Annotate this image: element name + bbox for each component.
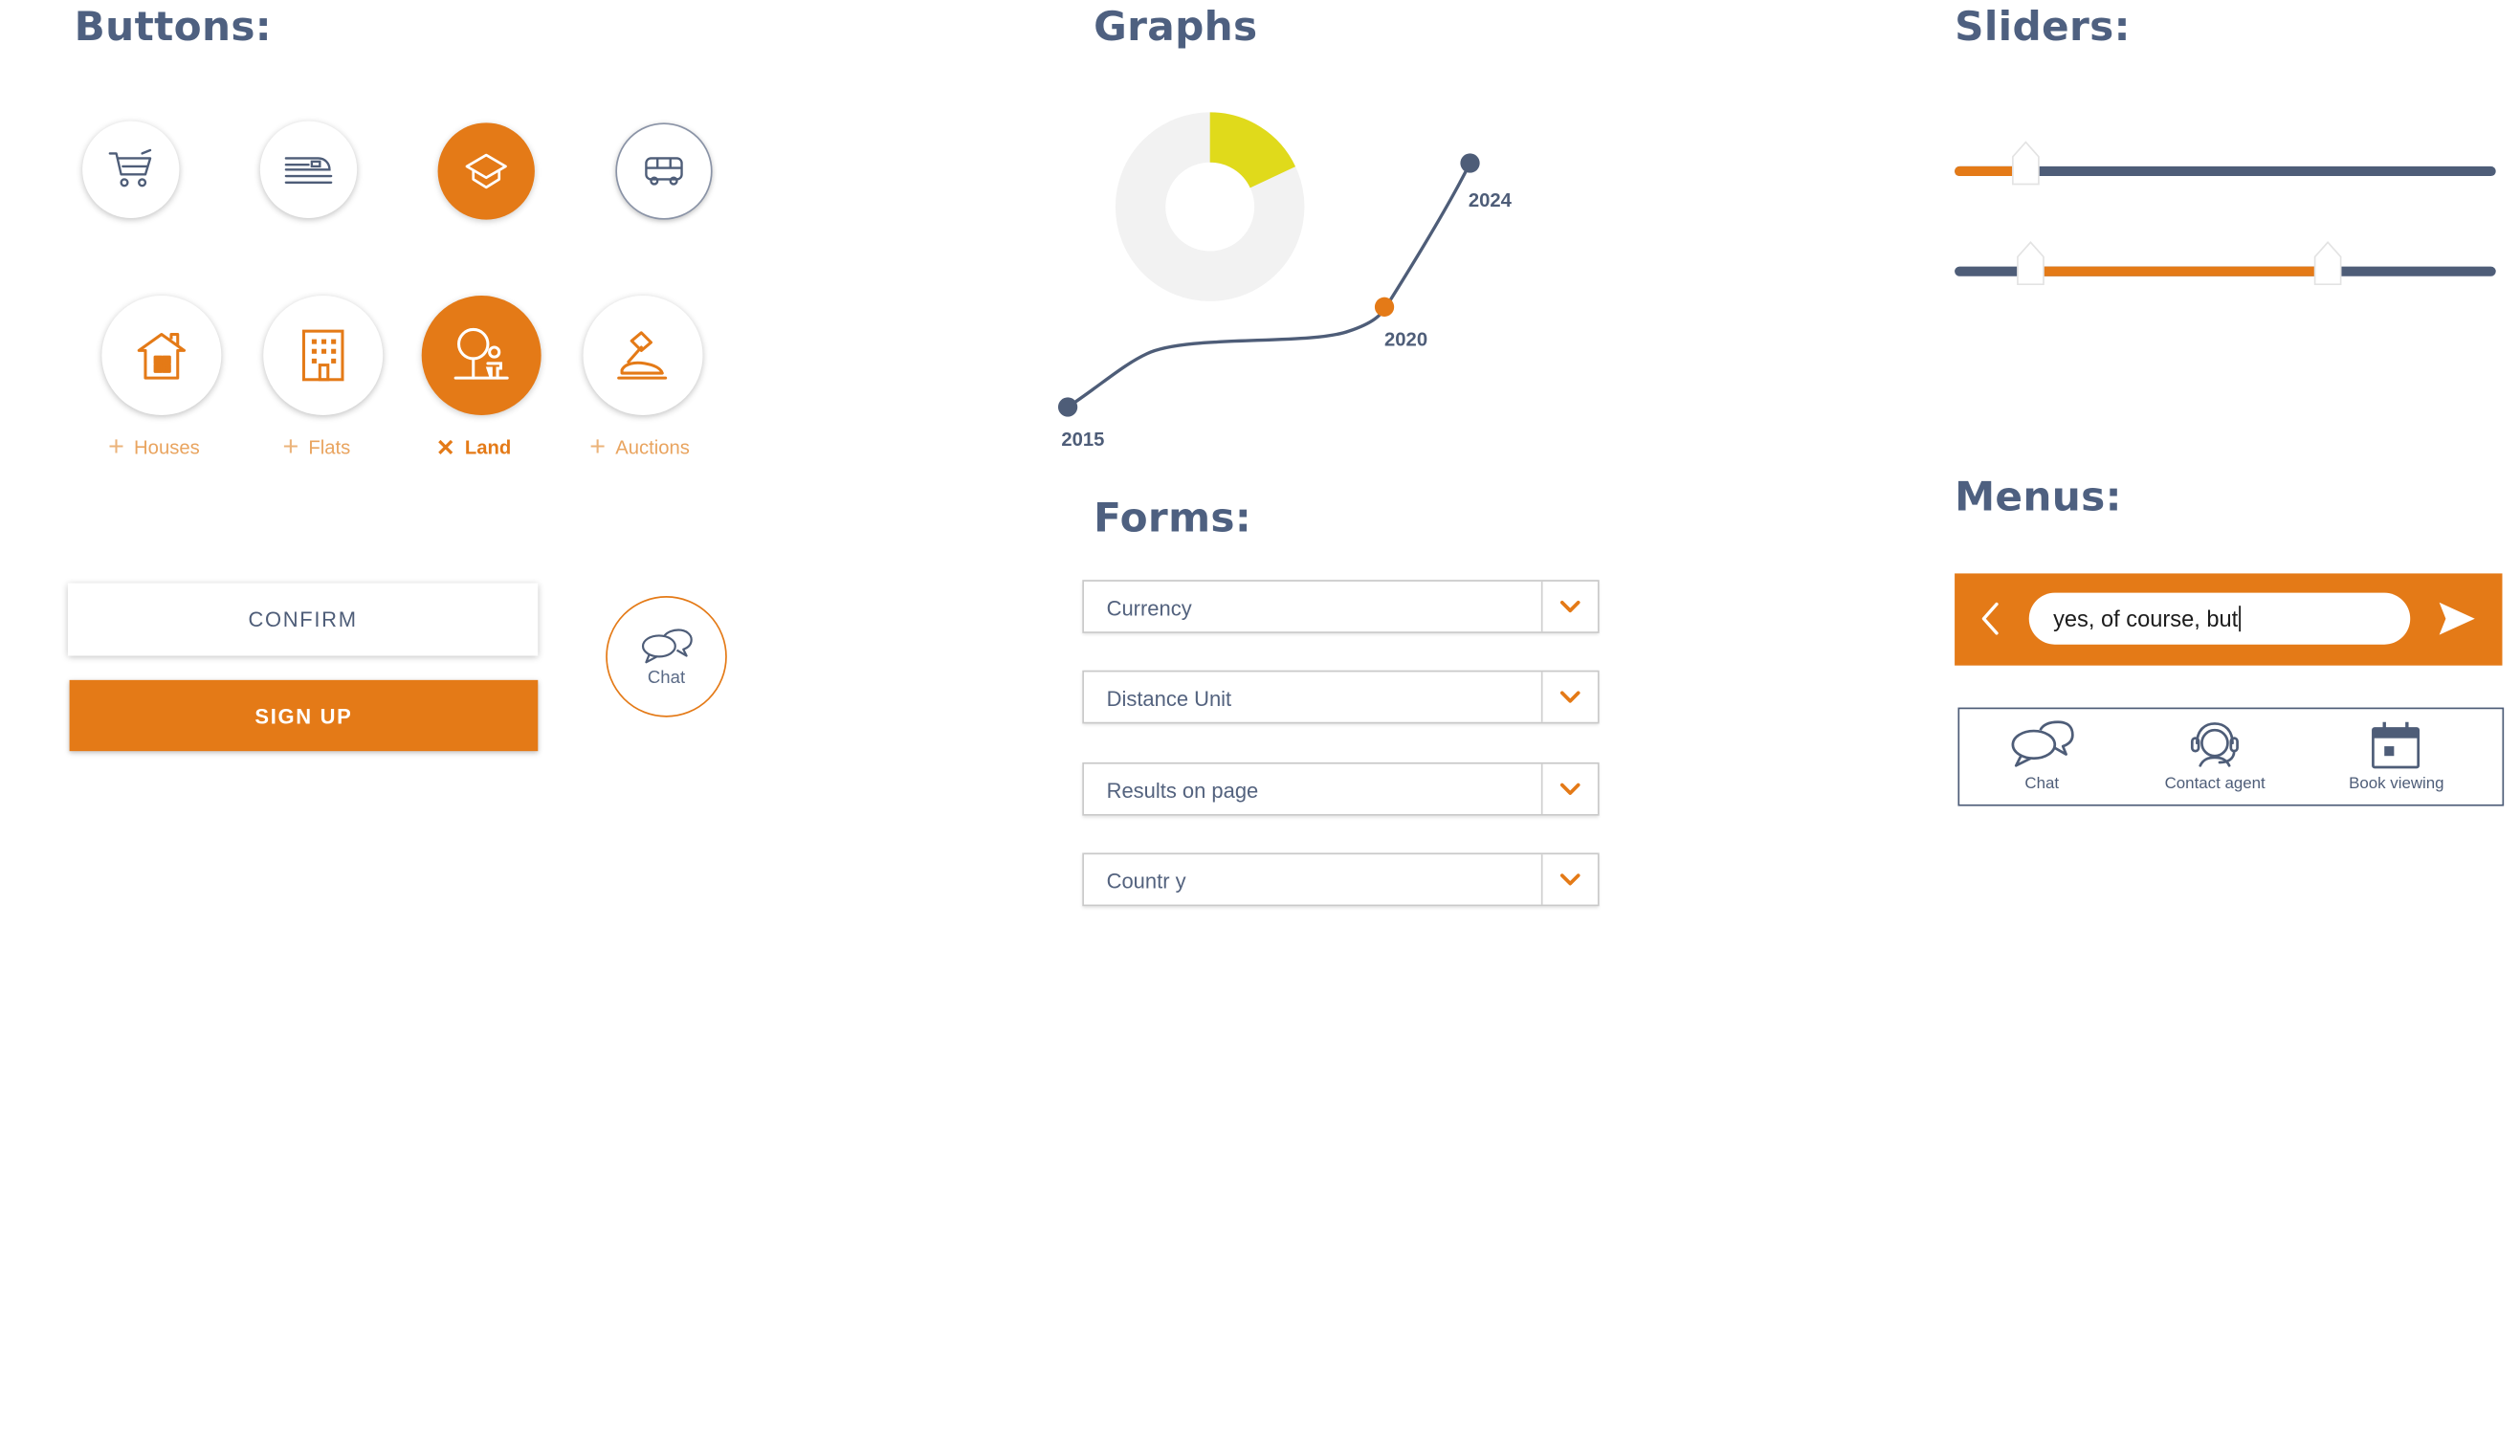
- chevron-down-icon: [1559, 873, 1581, 886]
- chat-icon: [641, 628, 692, 663]
- filter-label: Flats: [308, 435, 351, 459]
- results-per-page-select[interactable]: Results on page: [1082, 761, 1600, 816]
- section-title-menus: Menus:: [1955, 473, 2122, 520]
- plus-icon: +: [282, 430, 299, 462]
- gavel-icon: [617, 331, 668, 380]
- menu-item-chat[interactable]: Chat: [2008, 718, 2076, 793]
- select-divider: [1540, 854, 1543, 905]
- education-button[interactable]: [437, 122, 535, 220]
- headset-icon: [2191, 722, 2240, 767]
- confirm-button[interactable]: CONFIRM: [67, 583, 539, 656]
- select-divider: [1540, 581, 1543, 632]
- chat-button-label: Chat: [647, 668, 686, 688]
- section-title-graphs: Graphs: [1094, 3, 1258, 51]
- select-divider: [1540, 763, 1543, 815]
- slider-fill: [2030, 266, 2329, 276]
- flats-button[interactable]: [263, 295, 384, 415]
- country-select[interactable]: Countr y: [1082, 852, 1600, 907]
- menu-item-label: Chat: [2024, 775, 2060, 794]
- tree-icon: [453, 327, 509, 380]
- chevron-down-icon: [1559, 600, 1581, 613]
- train-icon: [284, 157, 333, 184]
- donut-chart: [1115, 112, 1305, 301]
- filter-label: Land: [464, 435, 512, 459]
- message-input[interactable]: yes, of course, but: [2028, 592, 2411, 645]
- menu-item-label: Contact agent: [2164, 775, 2266, 794]
- select-value: Currency: [1106, 596, 1192, 621]
- text-caret: [2239, 606, 2242, 632]
- auctions-button[interactable]: [583, 295, 703, 415]
- chevron-down-icon: [1559, 783, 1581, 795]
- point-label-2020: 2020: [1384, 329, 1427, 350]
- train-button[interactable]: [259, 121, 358, 218]
- filter-auctions[interactable]: + Auctions: [589, 430, 690, 462]
- filter-flats[interactable]: + Flats: [282, 430, 351, 462]
- ui-kit-canvas: Buttons: + Houses + Flats ✕ Land + Aucti…: [0, 0, 2520, 1455]
- point-2020: [1374, 297, 1395, 317]
- slider-thumb-max[interactable]: [2313, 241, 2342, 286]
- cart-icon: [108, 148, 152, 188]
- point-2015: [1057, 397, 1078, 417]
- close-icon: ✕: [435, 434, 455, 461]
- section-title-buttons: Buttons:: [74, 3, 273, 51]
- plus-icon: +: [589, 430, 607, 462]
- bus-button[interactable]: [615, 122, 713, 220]
- menu-item-label: Book viewing: [2349, 775, 2444, 794]
- filter-land[interactable]: ✕ Land: [436, 436, 511, 459]
- single-slider[interactable]: [1955, 141, 2496, 186]
- chat-icon: [2011, 720, 2074, 767]
- menu-item-contact-agent[interactable]: Contact agent: [2165, 718, 2266, 793]
- bus-icon: [645, 157, 683, 186]
- plus-icon: +: [108, 430, 124, 462]
- select-value: Countr y: [1106, 869, 1186, 893]
- chat-message-bar: yes, of course, but: [1955, 573, 2503, 666]
- point-label-2015: 2015: [1061, 430, 1104, 451]
- house-icon: [137, 332, 187, 380]
- select-value: Distance Unit: [1106, 686, 1232, 711]
- graph-area: 2015 2020 2024: [1057, 112, 1513, 451]
- chat-button[interactable]: Chat: [606, 596, 727, 717]
- filter-label: Houses: [134, 435, 200, 459]
- filter-label: Auctions: [615, 435, 690, 459]
- calendar-icon: [2372, 721, 2421, 769]
- houses-button[interactable]: [101, 295, 222, 415]
- slider-thumb[interactable]: [2010, 141, 2039, 186]
- range-slider[interactable]: [1955, 241, 2496, 286]
- menu-item-book-viewing[interactable]: Book viewing: [2349, 718, 2444, 794]
- graduation-cap-icon: [465, 153, 507, 189]
- contact-menu: Chat Contact agent Book viewing: [1957, 707, 2505, 806]
- distance-unit-select[interactable]: Distance Unit: [1082, 670, 1600, 724]
- currency-select[interactable]: Currency: [1082, 580, 1600, 633]
- send-icon[interactable]: [2436, 598, 2478, 640]
- chevron-down-icon: [1559, 691, 1581, 703]
- section-title-sliders: Sliders:: [1955, 3, 2131, 51]
- message-input-value: yes, of course, but: [2053, 606, 2239, 632]
- filter-houses[interactable]: + Houses: [108, 430, 200, 462]
- cart-button[interactable]: [82, 121, 180, 218]
- select-value: Results on page: [1106, 778, 1259, 804]
- point-label-2024: 2024: [1469, 190, 1513, 211]
- signup-button[interactable]: SIGN UP: [69, 679, 539, 752]
- donut-highlight-slice: [1208, 112, 1296, 189]
- point-2024: [1460, 153, 1480, 173]
- land-button[interactable]: [421, 295, 542, 415]
- select-divider: [1540, 672, 1543, 722]
- chevron-left-icon[interactable]: [1978, 599, 2003, 638]
- section-title-forms: Forms:: [1094, 494, 1252, 541]
- building-icon: [301, 329, 344, 382]
- slider-thumb-min[interactable]: [2016, 241, 2045, 286]
